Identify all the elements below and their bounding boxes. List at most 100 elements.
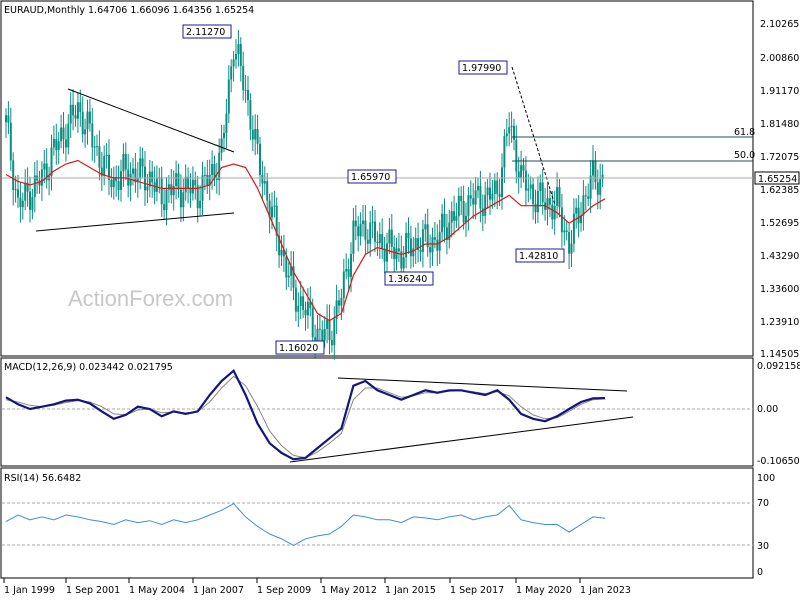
rsi-line [5, 502, 606, 546]
candle-body [330, 340, 333, 346]
date-axis-label: 1 Sep 2017 [450, 585, 504, 596]
date-axis-label: 1 May 2012 [321, 585, 377, 596]
candle-body [364, 220, 367, 240]
macd-panel-frame [0, 357, 754, 467]
candle-body [513, 125, 515, 140]
candle-body [242, 65, 245, 91]
candle-body [594, 160, 597, 183]
candle-body [81, 111, 84, 135]
macd-axis-label: 0.092158 [757, 361, 800, 372]
candle-body [553, 205, 556, 220]
candle-body [328, 319, 331, 341]
candle-body [299, 296, 302, 306]
candle-body [412, 248, 415, 257]
candle-body [225, 113, 228, 133]
date-axis-label: 1 Jan 1999 [4, 585, 55, 596]
candle-body [503, 136, 506, 168]
candle-body [409, 238, 412, 257]
macd-axis: 0.092158 0.00 -0.106503 [757, 361, 800, 467]
candle-body [501, 167, 503, 197]
rsi-axis-label: 30 [757, 541, 769, 552]
candle-body [563, 230, 566, 233]
date-axis-label: 1 Jan 2023 [580, 585, 631, 596]
price-axis: 2.10265 2.00860 1.91170 1.81480 1.72075 … [760, 19, 799, 360]
candle-body [560, 207, 563, 233]
rsi-axis-label: 70 [757, 498, 769, 509]
macd-line [5, 368, 606, 461]
candle-body [120, 171, 122, 190]
candle-body [91, 123, 94, 148]
candle-body [369, 222, 372, 244]
candle-body [33, 175, 36, 198]
candle-body [7, 115, 10, 123]
macd-header: MACD(12,26,9) 0.023442 0.021795 [4, 362, 173, 373]
candle-body [201, 175, 204, 201]
candle-body [60, 127, 63, 142]
candle-body [453, 211, 456, 221]
candle-body [29, 191, 31, 210]
candle-body [402, 257, 405, 269]
candle-body [302, 296, 305, 310]
candle-body [280, 249, 283, 256]
candle-body [524, 170, 527, 191]
candle-body [244, 89, 247, 91]
candle-body [568, 232, 571, 254]
candle-body [529, 184, 532, 189]
candle-body [141, 158, 144, 167]
candle-body [450, 211, 453, 223]
macd-lower-trendline [289, 416, 634, 463]
candle-body [194, 179, 197, 186]
candle-body [175, 173, 178, 186]
candle-body [539, 182, 542, 192]
candle-body [239, 44, 242, 66]
price-axis-label: 1.62385 [760, 185, 799, 196]
candle-body [457, 195, 460, 217]
candle-body [256, 129, 259, 144]
macd-axis-label: -0.106503 [757, 456, 800, 467]
candle-body [587, 196, 590, 199]
candle-body [383, 248, 386, 262]
candle-body [9, 122, 12, 161]
candle-body [132, 168, 134, 174]
candle-body [505, 133, 508, 137]
candle-body [206, 174, 209, 186]
candle-body [14, 189, 17, 191]
candle-body [386, 243, 388, 262]
candle-body [493, 180, 496, 194]
candle-body [565, 230, 568, 232]
candle-body [378, 234, 381, 244]
candle-body [541, 182, 544, 203]
candle-body [31, 197, 34, 210]
callout-1-97990: 1.97990 [462, 63, 501, 74]
candle-body [160, 177, 163, 205]
candle-body [486, 187, 489, 196]
date-axis-ticks [3, 578, 581, 583]
candle-body [93, 146, 96, 148]
date-axis-label: 1 May 2004 [129, 585, 185, 596]
candle-body [354, 220, 357, 227]
candle-body [203, 174, 206, 176]
candle-body [381, 234, 384, 249]
candle-body [469, 195, 472, 199]
candle-body [182, 192, 185, 208]
candle-body [247, 89, 249, 101]
candle-body [187, 176, 190, 189]
candle-body [462, 201, 465, 223]
candle-body [599, 179, 602, 195]
candle-body [510, 125, 513, 128]
candle-body [179, 189, 182, 208]
macd-signal-line [5, 375, 606, 459]
candle-body [357, 226, 360, 237]
candle-body [338, 300, 340, 306]
triangle-lower-trendline [35, 212, 235, 232]
candle-body [527, 188, 530, 191]
candle-body [467, 195, 470, 216]
macd-axis-label: 0.00 [757, 404, 778, 415]
candle-body [230, 66, 233, 80]
candle-body [520, 165, 523, 178]
candle-body [390, 229, 393, 247]
candle-body [570, 243, 573, 254]
callouts: 2.11270 1.97990 1.65970 1.36240 1.42810 … [182, 24, 565, 355]
candle-body [76, 102, 79, 119]
price-axis-label: 2.10265 [760, 19, 799, 30]
